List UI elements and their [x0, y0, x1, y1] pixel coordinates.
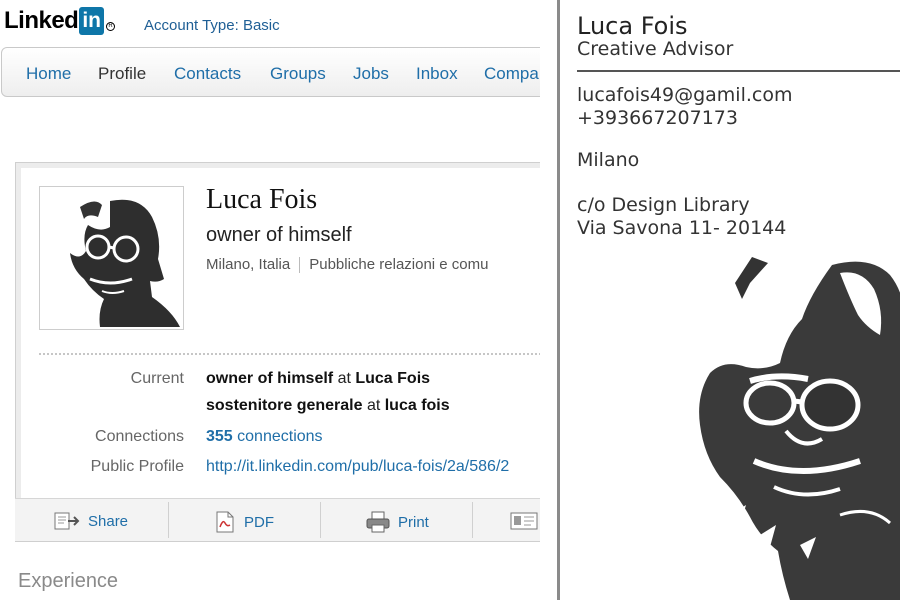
account-type[interactable]: Account Type: Basic [144, 17, 280, 34]
print-label: Print [398, 513, 429, 531]
action-separator [168, 502, 169, 538]
linkedin-logo[interactable]: Linked in R [4, 6, 116, 36]
vcard-icon [510, 512, 538, 530]
profile-photo[interactable] [39, 186, 184, 330]
current-2-role[interactable]: sostenitore generale [206, 397, 363, 414]
card-name: Luca Fois [577, 12, 688, 40]
card-rule [577, 70, 900, 72]
main-nav: Home Profile Contacts Groups Jobs Inbox … [1, 47, 540, 97]
current-position-1: owner of himself at Luca Fois [206, 370, 430, 388]
card-address-2: Via Savona 11- 20144 [577, 217, 787, 239]
registered-mark: R [106, 21, 116, 31]
current-label: Current [130, 370, 184, 387]
profile-industry[interactable]: Pubbliche relazioni e comu [309, 256, 488, 273]
connections-word: connections [232, 428, 323, 445]
logo-in-badge: in [79, 7, 105, 35]
nav-inbox[interactable]: Inbox [416, 64, 458, 84]
connections-count: 355 [206, 428, 233, 445]
dotted-divider [39, 353, 540, 355]
connections-label: Connections [95, 428, 184, 445]
current-position-2: sostenitore generale at luca fois [206, 397, 450, 415]
share-icon [54, 512, 80, 530]
card-role: Creative Advisor [577, 38, 734, 60]
vcard-button[interactable] [510, 511, 538, 531]
nav-contacts[interactable]: Contacts [174, 64, 241, 84]
print-button[interactable]: Print [366, 511, 429, 533]
business-card: Luca Fois Creative Advisor lucafois49@ga… [560, 0, 900, 600]
profile-headline: owner of himself [206, 224, 352, 246]
current-2-org[interactable]: luca fois [385, 397, 450, 414]
nav-home[interactable]: Home [26, 64, 71, 84]
nav-groups[interactable]: Groups [270, 64, 326, 84]
profile-location[interactable]: Milano, Italia [206, 256, 290, 273]
public-profile-url[interactable]: http://it.linkedin.com/pub/luca-fois/2a/… [206, 458, 509, 476]
linkedin-screenshot: Linked in R Account Type: Basic Home Pro… [0, 0, 540, 600]
connections-link[interactable]: 355 connections [206, 428, 323, 446]
share-label: Share [88, 512, 129, 530]
experience-heading: Experience [18, 570, 119, 592]
card-phone: +393667207173 [577, 107, 738, 129]
current-1-org[interactable]: Luca Fois [355, 370, 430, 387]
printer-icon [366, 511, 390, 533]
portrait-illustration [699, 257, 900, 600]
pdf-button[interactable]: PDF [214, 511, 274, 533]
action-separator [472, 502, 473, 538]
action-separator [320, 502, 321, 538]
portrait-image [70, 199, 180, 327]
pdf-label: PDF [244, 513, 274, 531]
separator [299, 257, 301, 274]
card-city: Milano [577, 149, 640, 171]
location-industry-row: Milano, Italia Pubbliche relazioni e comu [206, 256, 489, 274]
pdf-icon [216, 511, 234, 533]
gap [540, 0, 557, 600]
current-1-role[interactable]: owner of himself [206, 370, 333, 387]
at-text: at [362, 397, 385, 414]
public-profile-label: Public Profile [90, 458, 184, 475]
at-text: at [333, 370, 356, 387]
nav-jobs[interactable]: Jobs [353, 64, 389, 84]
share-button[interactable]: Share [54, 511, 128, 531]
card-email: lucafois49@gamil.com [577, 84, 793, 106]
logo-text: Linked [4, 7, 79, 34]
profile-name: Luca Fois [206, 184, 318, 215]
nav-profile[interactable]: Profile [98, 64, 146, 84]
card-address-1: c/o Design Library [577, 194, 750, 216]
nav-companies[interactable]: Compa [484, 64, 539, 84]
